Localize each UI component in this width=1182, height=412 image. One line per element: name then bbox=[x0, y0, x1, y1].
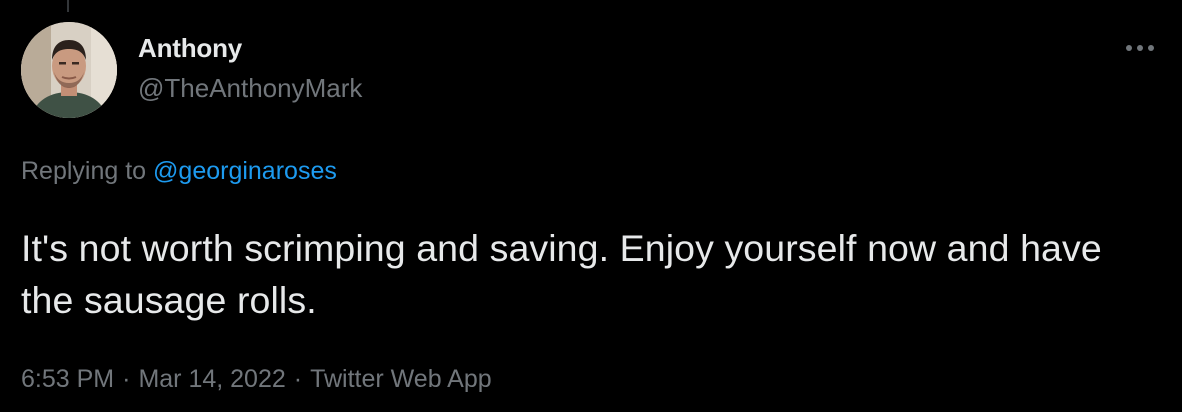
tweet-metadata: 6:53 PM · Mar 14, 2022 · Twitter Web App bbox=[21, 363, 492, 395]
replying-to-line: Replying to @georginaroses bbox=[21, 155, 337, 187]
tweet-time[interactable]: 6:53 PM bbox=[21, 365, 114, 393]
author-handle[interactable]: @TheAnthonyMark bbox=[138, 72, 362, 104]
tweet-text: It's not worth scrimping and saving. Enj… bbox=[21, 227, 1102, 321]
meta-separator: · bbox=[293, 365, 303, 393]
replying-to-label: Replying to bbox=[21, 157, 147, 185]
thread-connector-line bbox=[67, 0, 69, 12]
profile-photo-avatar-icon bbox=[21, 22, 117, 118]
author-display-name[interactable]: Anthony bbox=[138, 32, 362, 64]
meta-separator: · bbox=[122, 365, 131, 393]
author-names: Anthony @TheAnthonyMark bbox=[138, 32, 362, 104]
more-options-icon bbox=[1126, 45, 1154, 51]
tweet-source-app[interactable]: Twitter Web App bbox=[310, 365, 492, 393]
tweet-date[interactable]: Mar 14, 2022 bbox=[138, 365, 285, 393]
avatar[interactable] bbox=[21, 22, 117, 118]
more-options-button[interactable] bbox=[1120, 36, 1160, 60]
reply-target-link[interactable]: @georginaroses bbox=[153, 157, 337, 185]
tweet-header: Anthony @TheAnthonyMark bbox=[21, 22, 362, 118]
